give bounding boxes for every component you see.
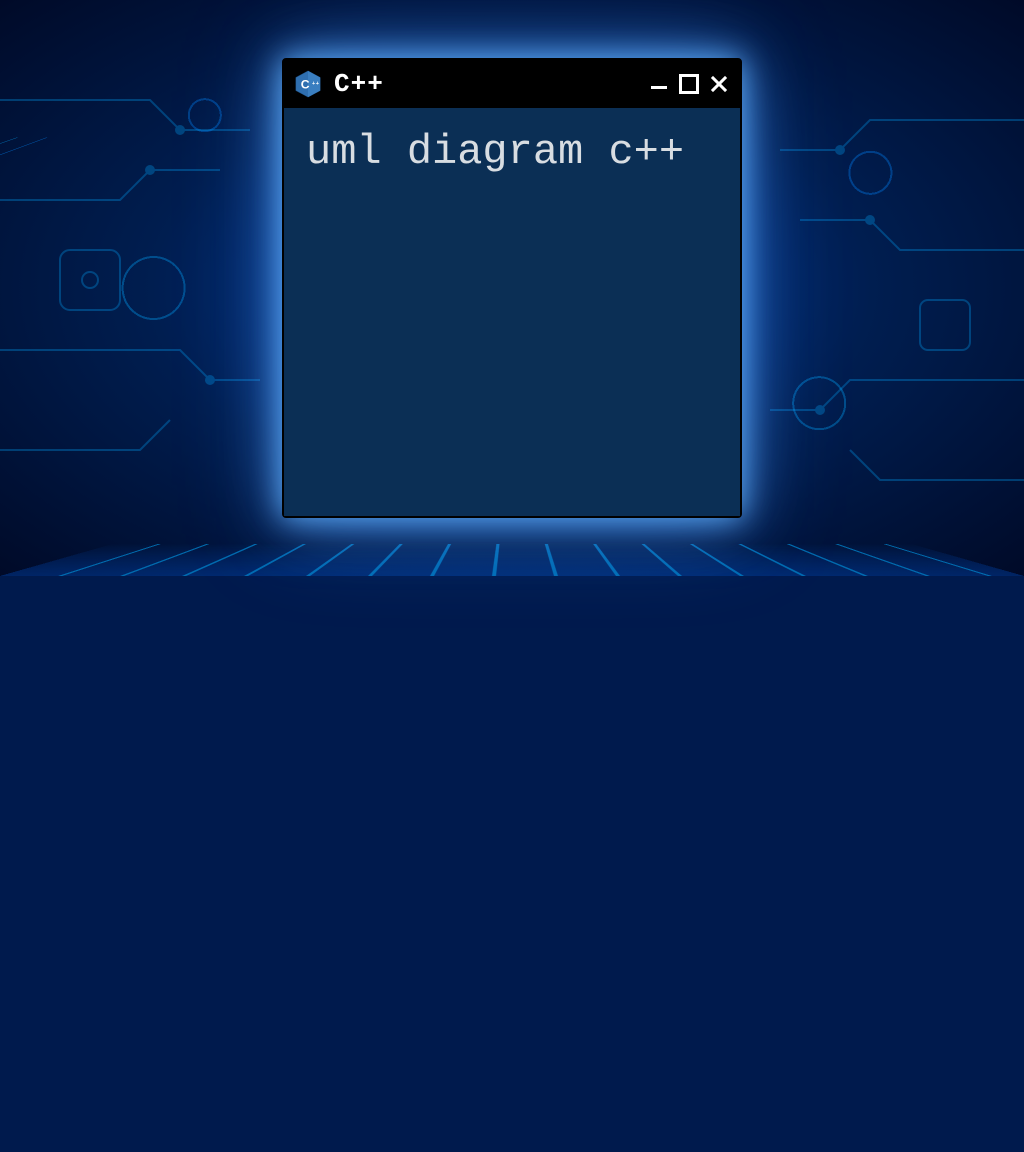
maximize-button[interactable] bbox=[678, 73, 700, 95]
terminal-window: C + + C++ uml diagram c++ bbox=[282, 58, 742, 518]
floor-grid bbox=[0, 544, 1024, 576]
cpp-logo-icon: C + + bbox=[292, 68, 324, 100]
window-controls bbox=[648, 73, 730, 95]
body-text: uml diagram c++ bbox=[306, 126, 718, 179]
svg-text:C: C bbox=[301, 78, 310, 92]
window-title: C++ bbox=[334, 69, 638, 99]
titlebar[interactable]: C + + C++ bbox=[284, 60, 740, 108]
minimize-button[interactable] bbox=[648, 73, 670, 95]
close-button[interactable] bbox=[708, 73, 730, 95]
window-body[interactable]: uml diagram c++ bbox=[284, 108, 740, 516]
